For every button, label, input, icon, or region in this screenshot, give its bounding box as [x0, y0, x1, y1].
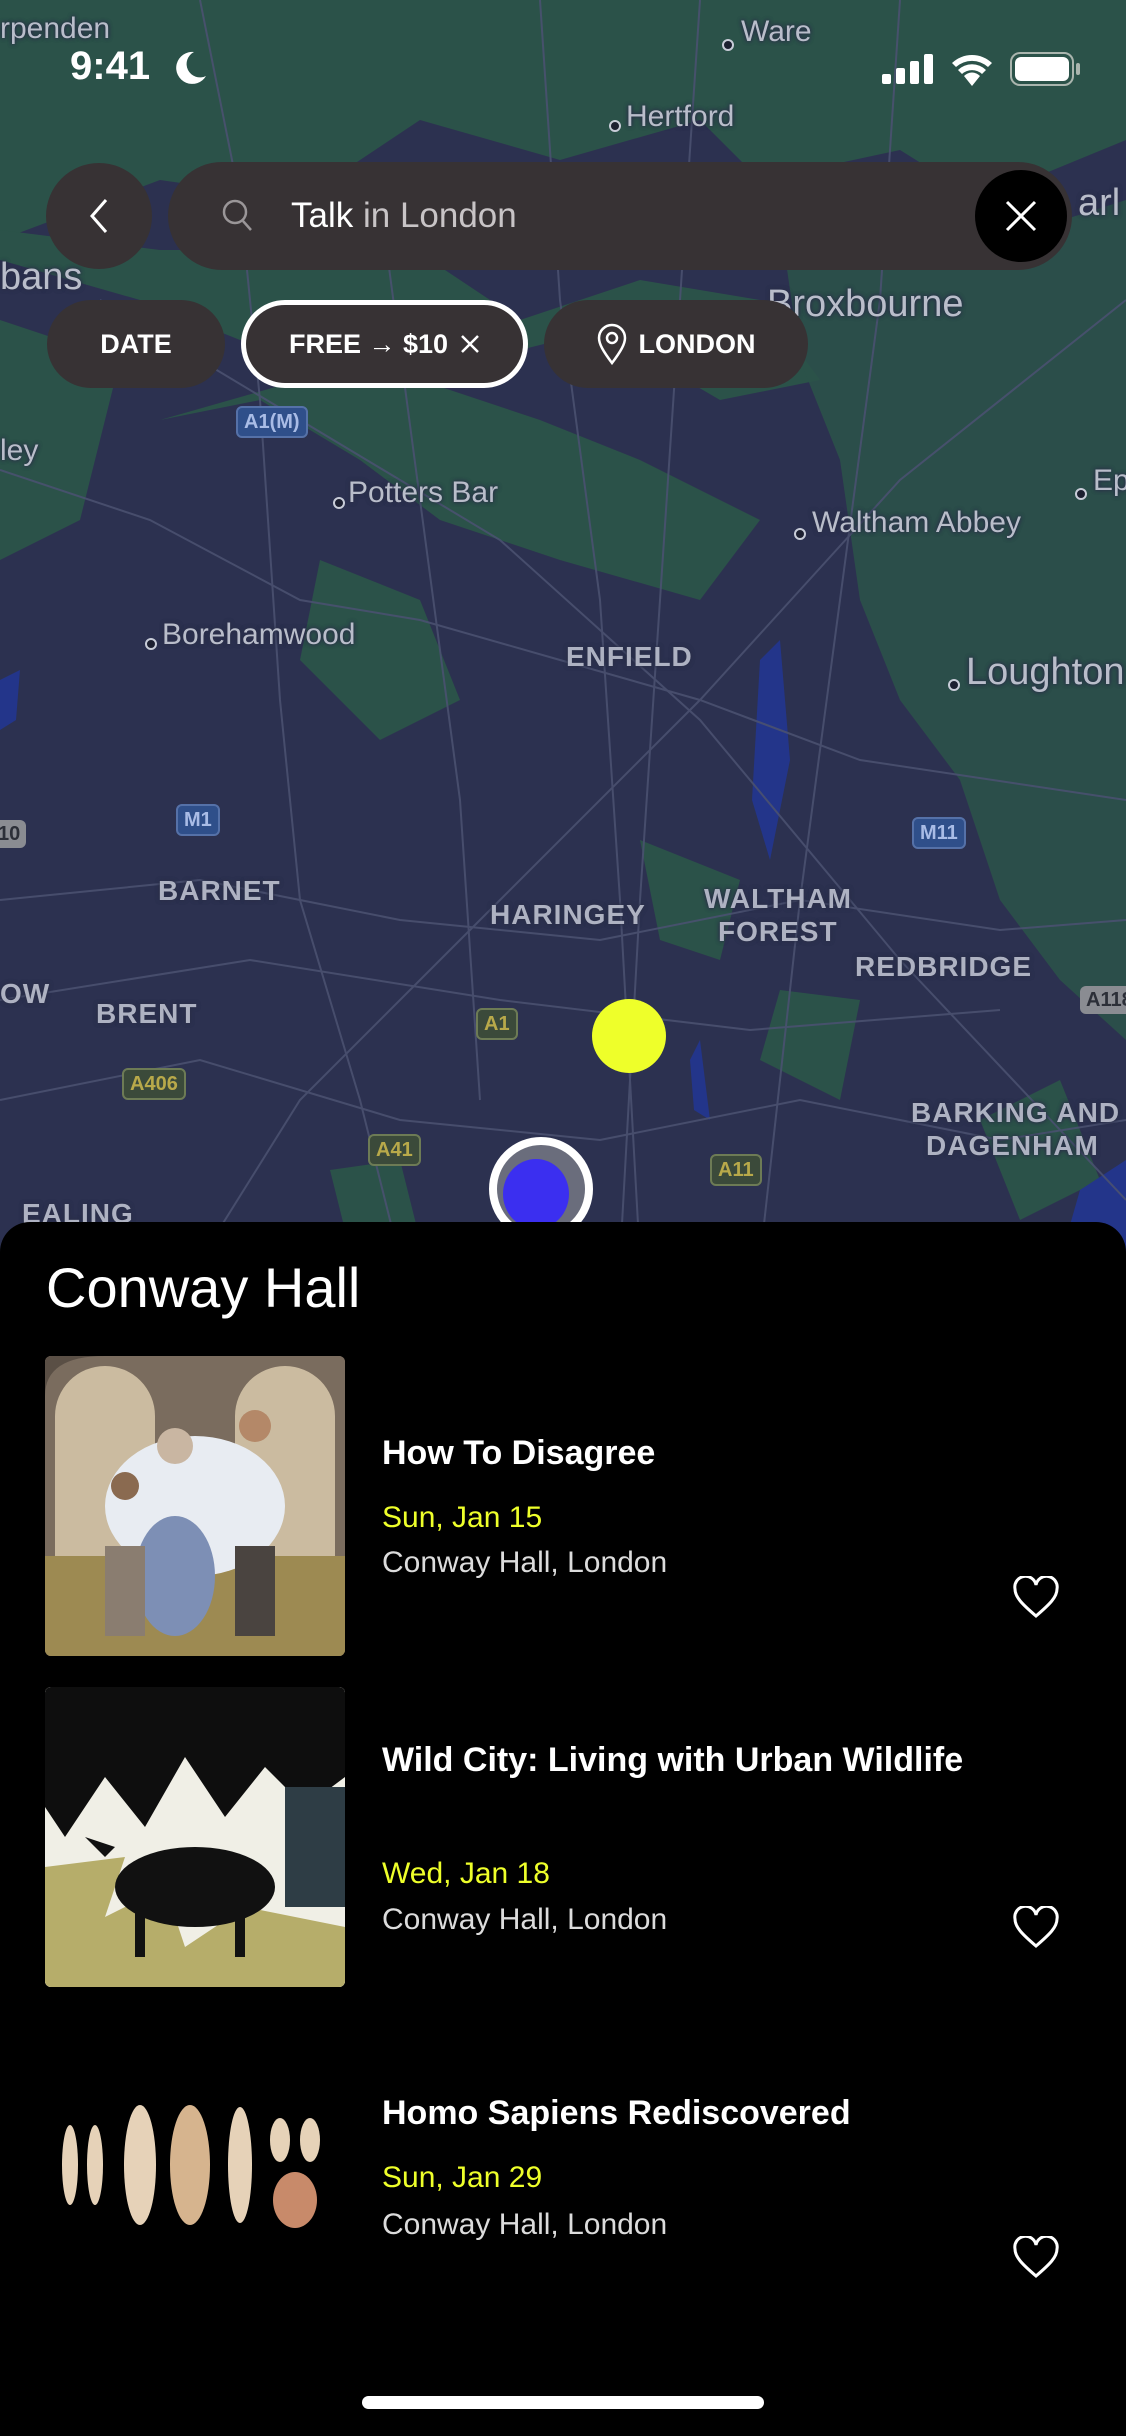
search-bar[interactable]: Talk in London [168, 162, 1072, 270]
map-label: OW [0, 978, 51, 1009]
map-label: ENFIELD [566, 641, 693, 672]
chip-label: LONDON [638, 328, 756, 359]
search-input[interactable]: Talk in London [291, 196, 517, 236]
town-dot [794, 528, 806, 540]
map-label: Borehamwood [162, 618, 356, 651]
road-badge: M11 [912, 817, 966, 849]
event-date: Sun, Jan 15 [382, 1501, 543, 1534]
road-badge: A11 [710, 1154, 762, 1186]
town-dot [1075, 488, 1087, 500]
map-label: Waltham Abbey [812, 506, 1021, 539]
search-icon [222, 199, 252, 231]
search-query-keyword: Talk [291, 196, 354, 235]
search-query-location: in London [353, 196, 517, 235]
town-dot [145, 638, 157, 650]
event-thumbnail [45, 1356, 345, 1656]
event-image [45, 1356, 345, 1656]
event-title: How To Disagree [382, 1434, 656, 1472]
chip-label: FREE → $10 [288, 328, 449, 359]
map-label: bans [0, 256, 83, 298]
status-time: 9:41 [70, 44, 151, 88]
close-icon [1005, 200, 1037, 232]
map-label: WALTHAM [704, 883, 852, 914]
road-badge: A1 [476, 1008, 518, 1040]
filter-chip-price[interactable]: FREE → $10 [241, 300, 528, 388]
map-label: DAGENHAM [926, 1130, 1099, 1161]
chip-label: DATE [100, 328, 172, 359]
wifi-icon [952, 55, 992, 86]
event-location: Conway Hall, London [382, 2208, 668, 2241]
filter-chip-date[interactable]: DATE [47, 300, 225, 388]
battery-icon [1010, 52, 1080, 86]
map-label: BARNET [158, 875, 281, 906]
heart-icon[interactable] [1012, 1906, 1060, 1950]
map-label: BARKING AND [911, 1097, 1121, 1128]
town-dot [948, 679, 960, 691]
event-thumbnail [45, 2020, 345, 2320]
map-label: Loughton [966, 651, 1125, 693]
road-badge: A41 [368, 1134, 421, 1166]
map-label: FOREST [718, 916, 838, 947]
chevron-left-icon [90, 199, 108, 233]
event-location: Conway Hall, London [382, 1546, 668, 1579]
event-image [62, 2105, 320, 2228]
close-icon[interactable] [460, 334, 480, 354]
heart-icon[interactable] [1012, 2236, 1060, 2280]
town-dot [609, 120, 621, 132]
event-image [45, 1687, 345, 1987]
event-date: Sun, Jan 29 [382, 2161, 543, 2194]
signal-icon [882, 54, 933, 84]
event-title: Wild City: Living with Urban Wildlife [382, 1741, 964, 1779]
venue-title: Conway Hall [46, 1256, 361, 1319]
home-indicator[interactable] [362, 2396, 764, 2409]
map-label: ley [0, 434, 39, 467]
map-label: Potters Bar [348, 476, 499, 509]
road-badge: M1 [176, 804, 220, 836]
event-location: Conway Hall, London [382, 1903, 668, 1936]
road-badge: A406 [122, 1068, 186, 1100]
town-dot [333, 497, 345, 509]
event-title: Homo Sapiens Rediscovered [382, 2094, 851, 2132]
status-bar: 9:41 [0, 0, 1126, 120]
back-button[interactable] [46, 163, 152, 269]
event-marker[interactable] [592, 999, 666, 1073]
map-label: arl [1078, 182, 1121, 224]
clear-search-button[interactable] [975, 170, 1067, 262]
road-badge: 10 [0, 820, 27, 848]
map-label: BRENT [96, 998, 198, 1029]
event-date: Wed, Jan 18 [382, 1857, 550, 1890]
filter-chip-location[interactable]: LONDON [544, 300, 808, 388]
road-badge: A1(M) [236, 406, 308, 438]
road-badge: A118 [1080, 986, 1126, 1014]
location-pin-icon [597, 323, 626, 365]
heart-icon[interactable] [1012, 1576, 1060, 1620]
map-label: Ep [1093, 464, 1126, 497]
moon-icon [176, 51, 206, 84]
event-thumbnail [45, 1687, 345, 1987]
map-label: REDBRIDGE [855, 951, 1033, 982]
map-label: HARINGEY [490, 899, 646, 930]
